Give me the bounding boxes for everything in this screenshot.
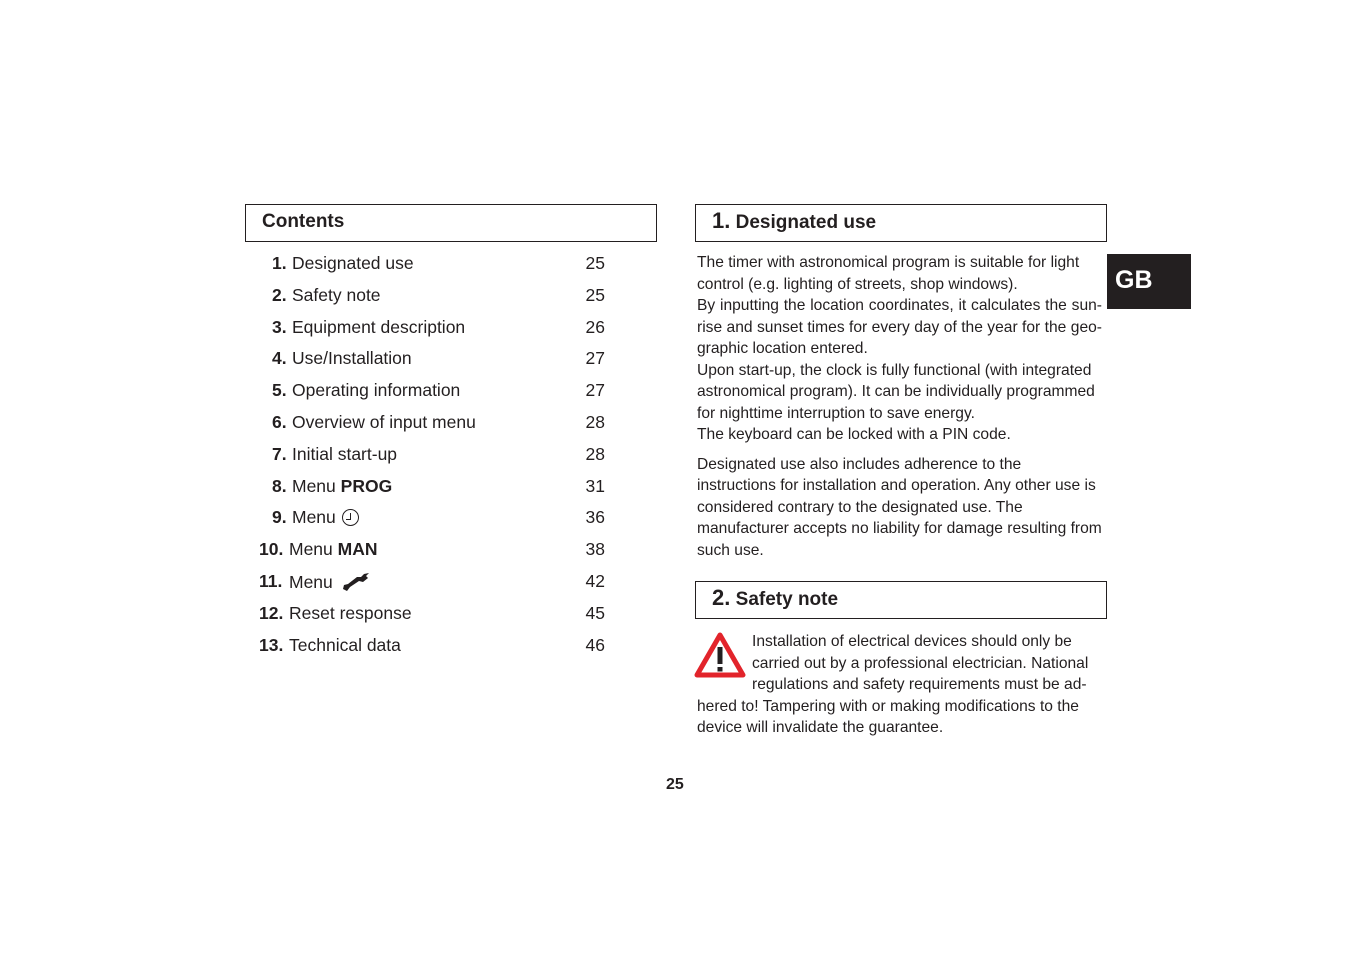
toc-item[interactable]: 6. Overview of input menu 28 <box>245 412 605 436</box>
toc-item-number: 9. <box>272 507 287 528</box>
toc-item[interactable]: 1. Designated use 25 <box>245 253 605 277</box>
toc-item-page: 28 <box>585 443 605 464</box>
toc-item-label-text: Menu <box>292 475 336 496</box>
toc-item-label: Operating information <box>292 380 460 401</box>
toc-item-number: 8. <box>272 475 287 496</box>
toc-item-number: 7. <box>272 443 287 464</box>
toc-item-label: Menu PROG <box>292 476 392 497</box>
toc-item-page: 25 <box>585 253 605 273</box>
section-1-number: 1. <box>712 208 731 233</box>
section-2-body: Installation of electrical devices shoul… <box>694 631 1102 739</box>
toc-item-label-text: Reset response <box>289 602 412 623</box>
toc-item-page: 31 <box>585 475 605 496</box>
toc-item-label: Reset response <box>289 603 412 624</box>
toc-item[interactable]: 3. Equipment description 26 <box>245 317 605 341</box>
toc-item-label: Equipment description <box>292 317 465 338</box>
section-1-paragraph-2: Designated use also includes adherence t… <box>697 455 1102 559</box>
toc-item-number: 3. <box>272 316 287 337</box>
section-1-title-text: Designated use <box>735 212 877 233</box>
toc-item-number: 2. <box>272 284 287 305</box>
toc-item-number: 13. <box>259 634 284 655</box>
section-2-title: 2. Safety note <box>712 585 838 611</box>
toc-item-label: Use/Installation <box>292 348 412 369</box>
toc-item-page: 26 <box>585 316 605 337</box>
toc-item-label: Menu <box>289 571 371 593</box>
toc-item-page: 25 <box>585 284 605 305</box>
toc-item-number: 6. <box>272 412 287 432</box>
toc-item-label: Technical data <box>289 635 401 656</box>
section-1-line: By inputting the location coordinates, i… <box>697 297 1102 357</box>
toc-item-label: Overview of input menu <box>292 412 476 433</box>
toc-item-label-text: Designated use <box>292 253 414 273</box>
section-2-header: 2. Safety note <box>695 581 1107 619</box>
toc-item[interactable]: 2. Safety note 25 <box>245 285 605 309</box>
warning-icon <box>694 632 746 678</box>
toc-item-page: 27 <box>585 380 605 401</box>
toc-item-page: 28 <box>585 412 605 432</box>
section-1-line: The timer with astronomical program is s… <box>697 254 1080 293</box>
toc-item-label-text: Menu <box>289 572 333 592</box>
section-2-number: 2. <box>712 585 731 610</box>
section-1-line: Upon start-up, the clock is fully functi… <box>697 361 1095 422</box>
toc-item[interactable]: 10. Menu MAN 38 <box>245 539 605 563</box>
language-tab: GB <box>1107 254 1191 309</box>
toc-item-label: Menu <box>292 507 359 528</box>
section-2-title-text: Safety note <box>735 589 839 610</box>
toc-item[interactable]: 5. Operating information 27 <box>245 380 605 404</box>
toc-item-page: 38 <box>585 539 605 560</box>
toc-item[interactable]: 7. Initial start-up 28 <box>245 444 605 468</box>
section-1-line: The keyboard can be locked with a PIN co… <box>697 426 1011 443</box>
toc-item-menu-name: MAN <box>337 539 378 560</box>
toc-item-number: 12. <box>259 602 284 623</box>
toc-item-number: 1. <box>272 253 287 273</box>
toc-item-label-text: Use/Installation <box>292 348 412 369</box>
toc-item-number: 10. <box>259 539 284 560</box>
toc-item-label-text: Menu <box>292 507 336 528</box>
toc-item-number: 11. <box>259 571 283 591</box>
wrench-icon <box>342 573 369 591</box>
toc-item-page: 46 <box>585 634 605 655</box>
toc-item[interactable]: 12. Reset response 45 <box>245 603 605 627</box>
contents-header: Contents <box>245 204 657 242</box>
toc-item-page: 36 <box>585 507 605 528</box>
toc-item-label: Menu MAN <box>289 539 378 560</box>
toc-item[interactable]: 9. Menu 36 <box>245 507 605 531</box>
toc-item-label-text: Initial start-up <box>292 443 398 464</box>
toc-item-label-text: Operating information <box>292 380 461 401</box>
safety-note-text: Installation of electrical devices shoul… <box>697 633 1089 736</box>
page-number: 25 <box>666 776 684 793</box>
toc-item-page: 27 <box>585 348 605 369</box>
toc-item[interactable]: 11. Menu 42 <box>245 571 605 595</box>
toc-item-page: 42 <box>585 571 605 591</box>
toc-item[interactable]: 8. Menu PROG 31 <box>245 476 605 500</box>
section-1-title: 1. Designated use <box>712 208 876 234</box>
toc-item[interactable]: 13. Technical data 46 <box>245 635 605 659</box>
toc-item-label-text: Overview of input menu <box>292 412 476 432</box>
toc-item-page: 45 <box>585 602 605 623</box>
toc-item-label: Initial start-up <box>292 444 397 465</box>
toc-item-label-text: Equipment description <box>292 316 466 337</box>
clock-icon <box>341 509 359 527</box>
toc-item[interactable]: 4. Use/Installation 27 <box>245 348 605 372</box>
toc-item-label-text: Safety note <box>292 284 381 305</box>
contents-title: Contents <box>262 211 345 232</box>
toc-item-label: Designated use <box>292 253 414 274</box>
section-1-body: The timer with astronomical program is s… <box>697 252 1102 561</box>
toc-item-number: 4. <box>272 348 287 369</box>
section-1-header: 1. Designated use <box>695 204 1107 242</box>
toc-item-menu-name: PROG <box>340 475 393 496</box>
toc-item-number: 5. <box>272 380 287 401</box>
toc-item-label: Safety note <box>292 285 381 306</box>
language-tab-label: GB <box>1115 266 1153 294</box>
toc-item-label-text: Technical data <box>289 634 401 655</box>
toc-item-label-text: Menu <box>289 539 333 560</box>
